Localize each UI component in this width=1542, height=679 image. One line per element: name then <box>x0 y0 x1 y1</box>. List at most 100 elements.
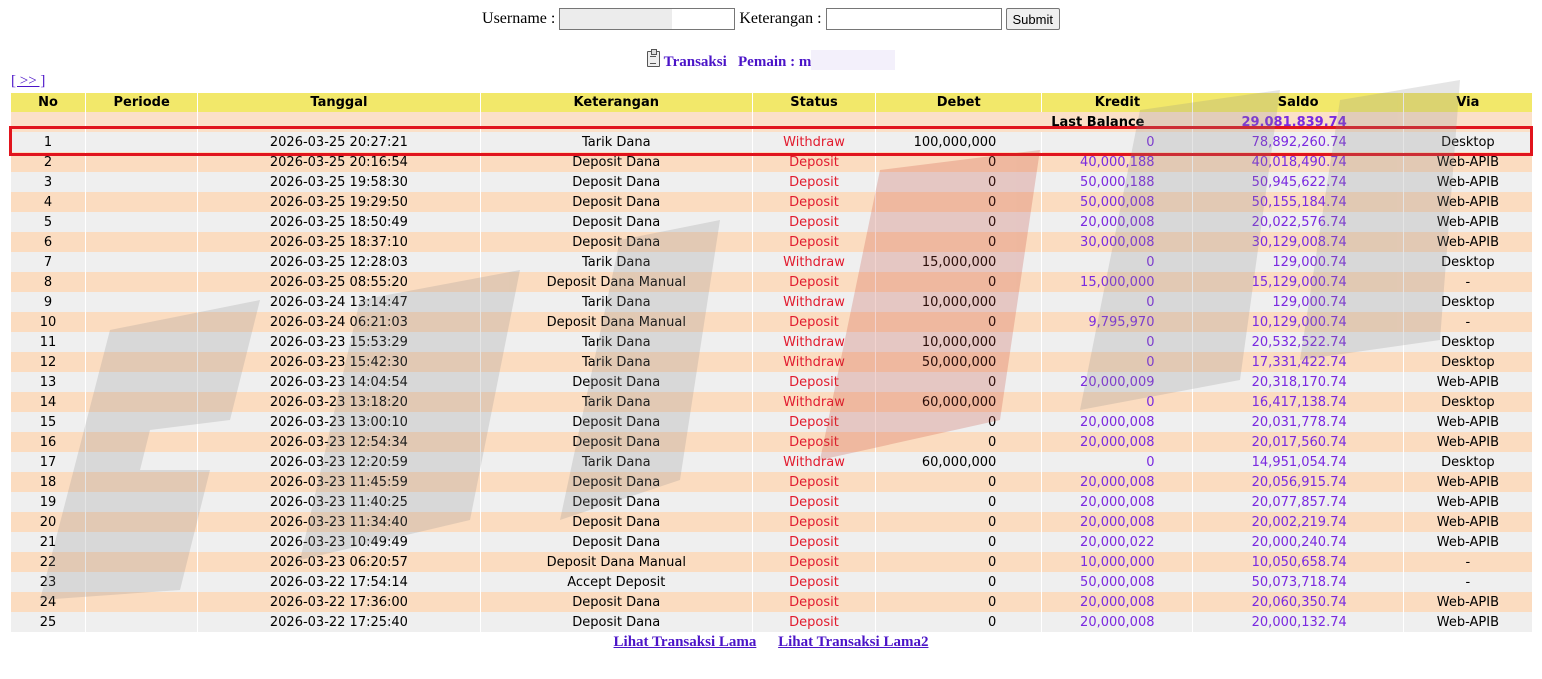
cell-periode <box>86 432 198 452</box>
page-title: Transaksi <box>663 54 727 70</box>
cell-no: 10 <box>11 312 86 332</box>
cell-kredit: 30,000,008 <box>1042 232 1193 252</box>
cell-keterangan: Deposit Dana <box>480 592 752 612</box>
cell-tanggal: 2026-03-25 18:50:49 <box>198 212 480 232</box>
table-row: 16 2026-03-23 12:54:34 Deposit Dana Deposit… <box>11 432 1532 452</box>
cell-via: Web-APIB <box>1403 592 1532 612</box>
cell-saldo: 129,000.74 <box>1193 252 1403 272</box>
cell-kredit: 20,000,008 <box>1042 432 1193 452</box>
cell-debet: 0 <box>876 492 1042 512</box>
cell-tanggal: 2026-03-25 20:16:54 <box>198 152 480 172</box>
cell-tanggal: 2026-03-25 19:29:50 <box>198 192 480 212</box>
cell-status: Deposit <box>752 192 876 212</box>
cell-saldo: 20,077,857.74 <box>1193 492 1403 512</box>
cell-keterangan: Deposit Dana <box>480 192 752 212</box>
cell-saldo: 16,417,138.74 <box>1193 392 1403 412</box>
cell-periode <box>86 412 198 432</box>
cell-via: Desktop <box>1403 132 1532 152</box>
cell-kredit: 20,000,009 <box>1042 372 1193 392</box>
cell-periode <box>86 512 198 532</box>
clipboard-icon <box>646 49 660 67</box>
table-row: 2 2026-03-25 20:16:54 Deposit Dana Deposit 0… <box>11 152 1532 172</box>
cell-keterangan: Deposit Dana <box>480 492 752 512</box>
cell-periode <box>86 592 198 612</box>
cell-tanggal: 2026-03-25 20:27:21 <box>198 132 480 152</box>
keterangan-label: Keterangan : <box>739 10 822 27</box>
cell-keterangan: Deposit Dana <box>480 432 752 452</box>
cell-tanggal: 2026-03-25 18:37:10 <box>198 232 480 252</box>
cell-no: 1 <box>11 132 86 152</box>
cell-periode <box>86 212 198 232</box>
cell-keterangan: Deposit Dana <box>480 212 752 232</box>
cell-periode <box>86 612 198 632</box>
cell-periode <box>86 292 198 312</box>
cell-kredit: 9,795,970 <box>1042 312 1193 332</box>
cell-no: 18 <box>11 472 86 492</box>
cell-saldo: 30,129,008.74 <box>1193 232 1403 252</box>
cell-debet: 0 <box>876 532 1042 552</box>
cell-kredit: 0 <box>1042 292 1193 312</box>
column-header: Saldo <box>1193 93 1403 112</box>
cell-via: Web-APIB <box>1403 372 1532 392</box>
cell-debet: 0 <box>876 312 1042 332</box>
cell-no: 4 <box>11 192 86 212</box>
cell-no: 25 <box>11 612 86 632</box>
cell-no: 19 <box>11 492 86 512</box>
table-row: 4 2026-03-25 19:29:50 Deposit Dana Deposit 0… <box>11 192 1532 212</box>
cell-tanggal: 2026-03-24 13:14:47 <box>198 292 480 312</box>
cell-keterangan: Deposit Dana <box>480 532 752 552</box>
cell-tanggal: 2026-03-23 11:45:59 <box>198 472 480 492</box>
table-row: 3 2026-03-25 19:58:30 Deposit Dana Deposit 0… <box>11 172 1532 192</box>
cell-via: Web-APIB <box>1403 212 1532 232</box>
cell-no: 22 <box>11 552 86 572</box>
old-transactions-link[interactable]: Lihat Transaksi Lama <box>614 634 757 650</box>
table-row: 19 2026-03-23 11:40:25 Deposit Dana Deposit… <box>11 492 1532 512</box>
keterangan-input[interactable] <box>825 8 1002 30</box>
cell-tanggal: 2026-03-25 08:55:20 <box>198 272 480 292</box>
submit-button[interactable]: Submit <box>1005 8 1060 30</box>
table-row: 18 2026-03-23 11:45:59 Deposit Dana Deposit… <box>11 472 1532 492</box>
cell-periode <box>86 472 198 492</box>
cell-debet: 0 <box>876 232 1042 252</box>
cell-keterangan: Deposit Dana <box>480 152 752 172</box>
column-header: Debet <box>876 93 1042 112</box>
cell-status: Deposit <box>752 612 876 632</box>
cell-debet: 0 <box>876 572 1042 592</box>
cell-debet: 0 <box>876 272 1042 292</box>
cell-saldo: 20,017,560.74 <box>1193 432 1403 452</box>
cell-tanggal: 2026-03-23 12:20:59 <box>198 452 480 472</box>
column-header: Status <box>752 93 876 112</box>
cell-kredit: 50,000,188 <box>1042 172 1193 192</box>
table-row: 20 2026-03-23 11:34:40 Deposit Dana Deposit… <box>11 512 1532 532</box>
cell-tanggal: 2026-03-23 11:40:25 <box>198 492 480 512</box>
cell-periode <box>86 492 198 512</box>
old-transactions-2-link[interactable]: Lihat Transaksi Lama2 <box>778 634 928 650</box>
cell-status: Deposit <box>752 472 876 492</box>
cell-keterangan: Tarik Dana <box>480 452 752 472</box>
cell-via: Web-APIB <box>1403 612 1532 632</box>
cell-tanggal: 2026-03-23 06:20:57 <box>198 552 480 572</box>
cell-via: - <box>1403 312 1532 332</box>
cell-status: Deposit <box>752 212 876 232</box>
cell-keterangan: Tarik Dana <box>480 132 752 152</box>
cell-kredit: 20,000,008 <box>1042 492 1193 512</box>
cell-status: Withdraw <box>752 292 876 312</box>
table-row: 15 2026-03-23 13:00:10 Deposit Dana Deposit… <box>11 412 1532 432</box>
cell-debet: 60,000,000 <box>876 452 1042 472</box>
cell-via: Desktop <box>1403 252 1532 272</box>
cell-keterangan: Deposit Dana <box>480 612 752 632</box>
column-header: Periode <box>86 93 198 112</box>
column-header: Kredit <box>1042 93 1193 112</box>
cell-status: Deposit <box>752 532 876 552</box>
username-input[interactable] <box>559 8 736 30</box>
next-page-link[interactable]: [ >> ] <box>11 73 45 90</box>
cell-kredit: 10,000,000 <box>1042 552 1193 572</box>
cell-debet: 10,000,000 <box>876 292 1042 312</box>
cell-tanggal: 2026-03-22 17:25:40 <box>198 612 480 632</box>
cell-keterangan: Deposit Dana Manual <box>480 272 752 292</box>
cell-keterangan: Deposit Dana <box>480 232 752 252</box>
table-row: 11 2026-03-23 15:53:29 Tarik Dana Withdraw 1… <box>11 332 1532 352</box>
cell-debet: 0 <box>876 612 1042 632</box>
cell-via: Web-APIB <box>1403 192 1532 212</box>
table-header-row: No Periode Tanggal Keterangan Status Debet Kre… <box>11 93 1532 112</box>
